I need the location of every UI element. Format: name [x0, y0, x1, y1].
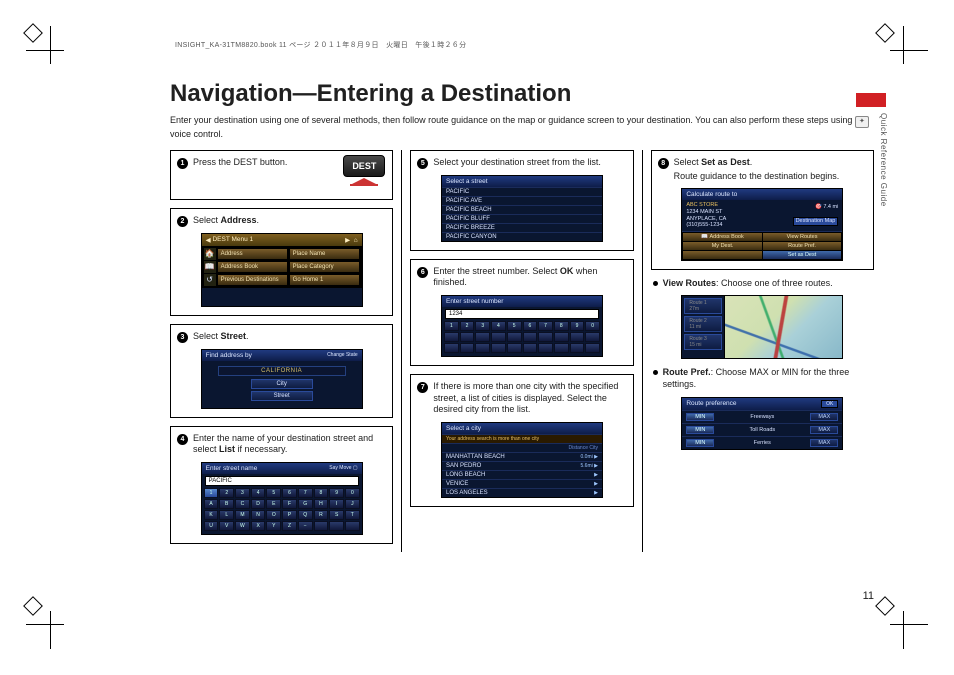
address-book-button[interactable]: 📖 Address Book: [683, 233, 762, 241]
screen-enter-street-number: Enter street number 1234 1234567890: [441, 295, 603, 357]
city-button[interactable]: City: [251, 379, 313, 389]
list-item[interactable]: LOS ANGELES▶: [442, 488, 602, 497]
dest-button-icon: DEST: [342, 155, 386, 189]
map-preview: [724, 296, 842, 358]
list-item[interactable]: PACIFIC: [442, 187, 602, 196]
step-3: 3Select Street. Find address byChange St…: [170, 324, 393, 418]
place-name-button[interactable]: Place Name: [289, 248, 360, 260]
column-3: 8Select Set as Dest. Route guidance to t…: [642, 150, 874, 552]
screen-enter-street-name: Enter street nameSay Move ▢ PACIFIC 1234…: [201, 462, 363, 535]
screen-dest-menu: ◀ DEST Menu 1▶ ⌂ 🏠AddressPlace Name 📖Add…: [201, 233, 363, 307]
screen-find-address: Find address byChange State CALIFORNIA C…: [201, 349, 363, 409]
column-1: DEST 1Press the DEST button. 2Select Add…: [170, 150, 401, 552]
crop-mark-tl: [26, 26, 76, 76]
step-5: 5Select your destination street from the…: [410, 150, 633, 251]
view-routes-button[interactable]: View Routes: [763, 233, 842, 241]
route-option[interactable]: Route 315 mi: [684, 334, 722, 350]
list-item[interactable]: LONG BEACH▶: [442, 470, 602, 479]
step-2: 2Select Address. ◀ DEST Menu 1▶ ⌂ 🏠Addre…: [170, 208, 393, 316]
go-home-button[interactable]: Go Home 1: [289, 274, 360, 286]
state-label: CALIFORNIA: [218, 366, 346, 376]
pref-row[interactable]: MINFerriesMAX: [682, 436, 842, 449]
crop-mark-br: [878, 599, 928, 649]
pref-row[interactable]: MINToll RoadsMAX: [682, 423, 842, 436]
screen-select-street: Select a street PACIFIC PACIFIC AVE PACI…: [441, 175, 603, 242]
list-item[interactable]: PACIFIC AVE: [442, 196, 602, 205]
screen-view-routes: Route 127m Route 211 mi Route 315 mi: [681, 295, 843, 359]
page-title: Navigation—Entering a Destination: [170, 80, 874, 108]
route-option[interactable]: Route 211 mi: [684, 316, 722, 332]
crop-mark-tr: [878, 26, 928, 76]
step-8: 8Select Set as Dest. Route guidance to t…: [651, 150, 874, 270]
street-button[interactable]: Street: [251, 391, 313, 401]
book-icon: 📖: [204, 261, 216, 273]
route-option[interactable]: Route 127m: [684, 298, 722, 314]
history-icon: ↺: [204, 274, 216, 286]
list-item[interactable]: PACIFIC BLUFF: [442, 214, 602, 223]
bullet-route-pref: Route Pref.: Choose MAX or MIN for the t…: [653, 367, 874, 390]
list-item[interactable]: PACIFIC CANYON: [442, 232, 602, 241]
voice-icon: ✦: [855, 116, 869, 128]
route-pref-button[interactable]: Route Pref.: [763, 242, 842, 250]
step-6: 6Enter the street number. Select OK when…: [410, 259, 633, 366]
list-item[interactable]: PACIFIC BEACH: [442, 205, 602, 214]
home-icon: 🏠: [204, 248, 216, 260]
list-item[interactable]: VENICE▶: [442, 479, 602, 488]
previous-dest-button[interactable]: Previous Destinations: [217, 274, 288, 286]
street-number-input[interactable]: 1234: [445, 309, 599, 319]
pref-row[interactable]: MINFreewaysMAX: [682, 410, 842, 423]
address-button[interactable]: Address: [217, 248, 288, 260]
crop-mark-bl: [26, 599, 76, 649]
screen-route-preference: Route preferenceOK MINFreewaysMAX MINTol…: [681, 397, 843, 450]
ok-button[interactable]: OK: [821, 400, 838, 408]
side-label: Quick Reference Guide: [874, 113, 888, 207]
list-item[interactable]: SAN PEDRO5.6mi ▶: [442, 461, 602, 470]
print-header: INSIGHT_KA-31TM8820.book 11 ページ ２０１１年８月９…: [175, 40, 466, 50]
list-item[interactable]: MANHATTAN BEACH0.0mi ▶: [442, 452, 602, 461]
step-1: DEST 1Press the DEST button.: [170, 150, 393, 200]
intro-text: Enter your destination using one of seve…: [170, 114, 874, 140]
list-item[interactable]: PACIFIC BREEZE: [442, 223, 602, 232]
step-4: 4Enter the name of your destination stre…: [170, 426, 393, 544]
bullet-view-routes: View Routes: Choose one of three routes.: [653, 278, 874, 290]
screen-calculate-route: Calculate route to ABC STORE 1234 MAIN S…: [681, 188, 843, 260]
place-category-button[interactable]: Place Category: [289, 261, 360, 273]
column-2: 5Select your destination street from the…: [401, 150, 641, 552]
street-name-input[interactable]: PACIFIC: [205, 476, 359, 486]
step-7: 7If there is more than one city with the…: [410, 374, 633, 507]
screen-select-city: Select a city Your address search is mor…: [441, 422, 603, 498]
my-dest-button[interactable]: My Dest.: [683, 242, 762, 250]
set-as-dest-button[interactable]: Set as Dest: [763, 251, 842, 259]
address-book-button[interactable]: Address Book: [217, 261, 288, 273]
